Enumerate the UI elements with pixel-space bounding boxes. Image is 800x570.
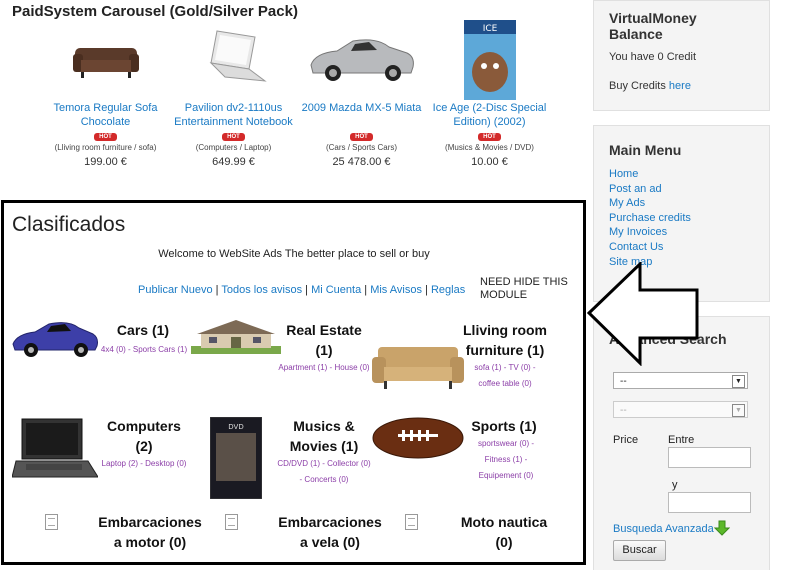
menu-item-contact-us[interactable]: Contact Us — [609, 240, 691, 255]
carousel-item-price: 10.00 € — [471, 156, 508, 168]
nav-mi-cuenta[interactable]: Mi Cuenta — [311, 284, 361, 296]
document-icon — [45, 514, 58, 530]
category-subcategories[interactable]: Laptop (2) - Desktop (0) — [98, 456, 190, 472]
document-icon — [405, 514, 418, 530]
balance-title: VirtualMoney Balance — [609, 10, 697, 42]
football-icon[interactable] — [372, 417, 464, 464]
hot-badge: HOT — [478, 133, 501, 141]
category-title[interactable]: Sports (1) — [468, 416, 540, 436]
nav-todos-avisos[interactable]: Todos los avisos — [221, 284, 302, 296]
svg-text:ICE: ICE — [482, 24, 497, 34]
carousel-item[interactable]: 2009 Mazda MX-5 Miata HOT (Cars / Sports… — [299, 24, 424, 168]
carousel-item-category: (Cars / Sports Cars) — [325, 143, 398, 152]
carousel-item-price: 649.99 € — [212, 156, 255, 168]
category-title[interactable]: Cars (1) — [103, 320, 183, 340]
car-icon[interactable] — [11, 318, 99, 365]
annotation-note: NEED HIDE THIS MODULE — [480, 276, 568, 301]
left-arrow-icon — [587, 262, 699, 366]
chevron-down-icon[interactable]: ▼ — [732, 404, 745, 417]
category-title[interactable]: Musics & Movies (1) — [283, 416, 365, 456]
carousel-item[interactable]: Temora Regular Sofa Chocolate HOT (Llivi… — [43, 24, 168, 168]
movie-icon[interactable]: ICE — [427, 20, 552, 100]
carousel-title: PaidSystem Carousel (Gold/Silver Pack) — [12, 3, 298, 20]
buy-credits-line: Buy Credits here — [609, 80, 691, 92]
category-select[interactable]: -- ▼ — [613, 372, 748, 389]
hot-badge: HOT — [222, 133, 245, 141]
entre-label: Entre — [668, 434, 695, 446]
welcome-text: Welcome to WebSite Ads The better place … — [158, 248, 430, 260]
menu-item-purchase-credits[interactable]: Purchase credits — [609, 211, 691, 226]
carousel-item-category: (Lliving room furniture / sofa) — [54, 143, 157, 152]
nav-mis-avisos[interactable]: Mis Avisos — [370, 284, 422, 296]
hot-badge: HOT — [94, 133, 117, 141]
carousel-item[interactable]: Pavilion dv2-1110us Entertainment Notebo… — [171, 24, 296, 168]
main-menu-title: Main Menu — [609, 142, 682, 158]
balance-box: VirtualMoney Balance You have 0 Credit B… — [593, 0, 770, 111]
carousel-item-price: 199.00 € — [84, 156, 127, 168]
category-title[interactable]: Lliving room furniture (1) — [462, 320, 548, 360]
laptop-icon[interactable] — [171, 24, 296, 96]
menu-item-my-ads[interactable]: My Ads — [609, 196, 691, 211]
category-subcategories[interactable]: 4x4 (0) - Sports Cars (1) — [98, 342, 190, 358]
laptop-icon[interactable] — [11, 417, 99, 492]
nav-reglas[interactable]: Reglas — [431, 284, 465, 296]
movie-icon[interactable]: DVD — [209, 416, 263, 504]
buscar-button[interactable]: Buscar — [613, 540, 666, 561]
carousel-item-name[interactable]: Temora Regular Sofa Chocolate — [43, 101, 168, 129]
category-title[interactable]: Embarcaciones a motor (0) — [98, 512, 202, 552]
subcategory-select[interactable]: -- ▼ — [613, 401, 748, 418]
category-select-value: -- — [620, 376, 627, 387]
house-icon[interactable] — [191, 318, 281, 359]
category-title[interactable]: Computers (2) — [102, 416, 186, 456]
main-menu-list: Home Post an ad My Ads Purchase credits … — [609, 167, 691, 269]
category-subcategories[interactable]: Apartment (1) - House (0) — [276, 360, 372, 376]
category-title[interactable]: Moto nautica (0) — [456, 512, 552, 552]
busqueda-avanzada-link[interactable]: Busqueda Avanzada — [613, 523, 714, 535]
buy-credits-text: Buy Credits — [609, 80, 669, 92]
category-subcategories[interactable]: sportswear (0) - Fitness (1) - Equipemen… — [466, 436, 546, 484]
sofa-icon[interactable] — [43, 24, 168, 96]
chevron-down-icon[interactable]: ▼ — [732, 375, 745, 388]
download-arrow-icon — [713, 520, 731, 541]
category-title[interactable]: Real Estate (1) — [280, 320, 368, 360]
carousel-item-category: (Computers / Laptop) — [195, 143, 272, 152]
price-min-input[interactable] — [668, 447, 751, 468]
menu-item-my-invoices[interactable]: My Invoices — [609, 225, 691, 240]
document-icon — [225, 514, 238, 530]
menu-item-home[interactable]: Home — [609, 167, 691, 182]
category-subcategories[interactable]: CD/DVD (1) - Collector (0) - Concerts (0… — [276, 456, 372, 488]
carousel-item[interactable]: ICE Ice Age (2-Disc Special Edition) (20… — [427, 20, 552, 168]
category-subcategories[interactable]: sofa (1) - TV (0) - coffee table (0) — [466, 360, 544, 392]
carousel-item-name[interactable]: Ice Age (2-Disc Special Edition) (2002) — [427, 101, 552, 129]
price-label: Price — [613, 434, 639, 446]
carousel-item-name[interactable]: 2009 Mazda MX-5 Miata — [299, 101, 424, 129]
credit-text: You have 0 Credit — [609, 51, 697, 63]
buy-credits-link[interactable]: here — [669, 80, 691, 92]
hot-badge: HOT — [350, 133, 373, 141]
carousel-item-price: 25 478.00 € — [332, 156, 391, 168]
svg-text:DVD: DVD — [228, 423, 243, 431]
subcategory-select-value: -- — [620, 405, 627, 416]
nav-publicar-nuevo[interactable]: Publicar Nuevo — [138, 284, 213, 296]
y-label: y — [672, 479, 678, 491]
sofa-icon[interactable] — [372, 343, 464, 398]
category-title[interactable]: Embarcaciones a vela (0) — [277, 512, 383, 552]
price-max-input[interactable] — [668, 492, 751, 513]
carousel-item-name[interactable]: Pavilion dv2-1110us Entertainment Notebo… — [171, 101, 296, 129]
carousel-item-category: (Musics & Movies / DVD) — [445, 143, 534, 152]
module-title: Clasificados — [12, 213, 126, 236]
module-nav: Publicar Nuevo | Todos los avisos | Mi C… — [138, 284, 466, 296]
car-icon[interactable] — [299, 24, 424, 96]
menu-item-post-ad[interactable]: Post an ad — [609, 182, 691, 197]
